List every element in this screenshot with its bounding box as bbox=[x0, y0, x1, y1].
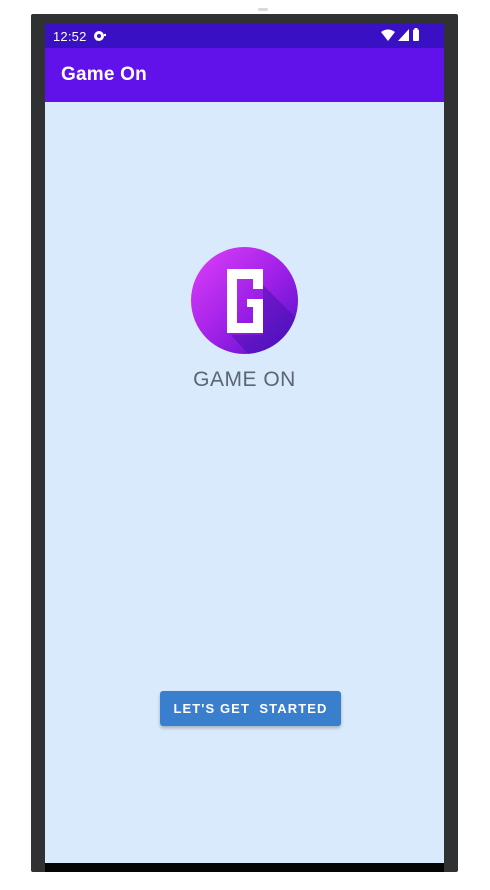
device-speaker bbox=[258, 8, 268, 11]
battery-icon bbox=[412, 28, 420, 44]
logo-title: GAME ON bbox=[193, 368, 296, 391]
status-time: 12:52 bbox=[53, 29, 87, 44]
phone-screen: 12:52 Game On GAME ON LET'S GET STARTED bbox=[45, 24, 444, 863]
get-started-button[interactable]: LET'S GET STARTED bbox=[160, 691, 341, 726]
cell-signal-icon bbox=[398, 28, 409, 44]
app-title: Game On bbox=[61, 64, 147, 85]
app-bar: Game On bbox=[45, 48, 444, 102]
status-bar: 12:52 bbox=[45, 24, 444, 48]
wifi-icon bbox=[381, 29, 395, 44]
notification-bubble-icon bbox=[93, 29, 107, 43]
status-icons bbox=[381, 28, 420, 44]
game-on-logo bbox=[191, 247, 298, 354]
navigation-bar bbox=[45, 863, 444, 872]
